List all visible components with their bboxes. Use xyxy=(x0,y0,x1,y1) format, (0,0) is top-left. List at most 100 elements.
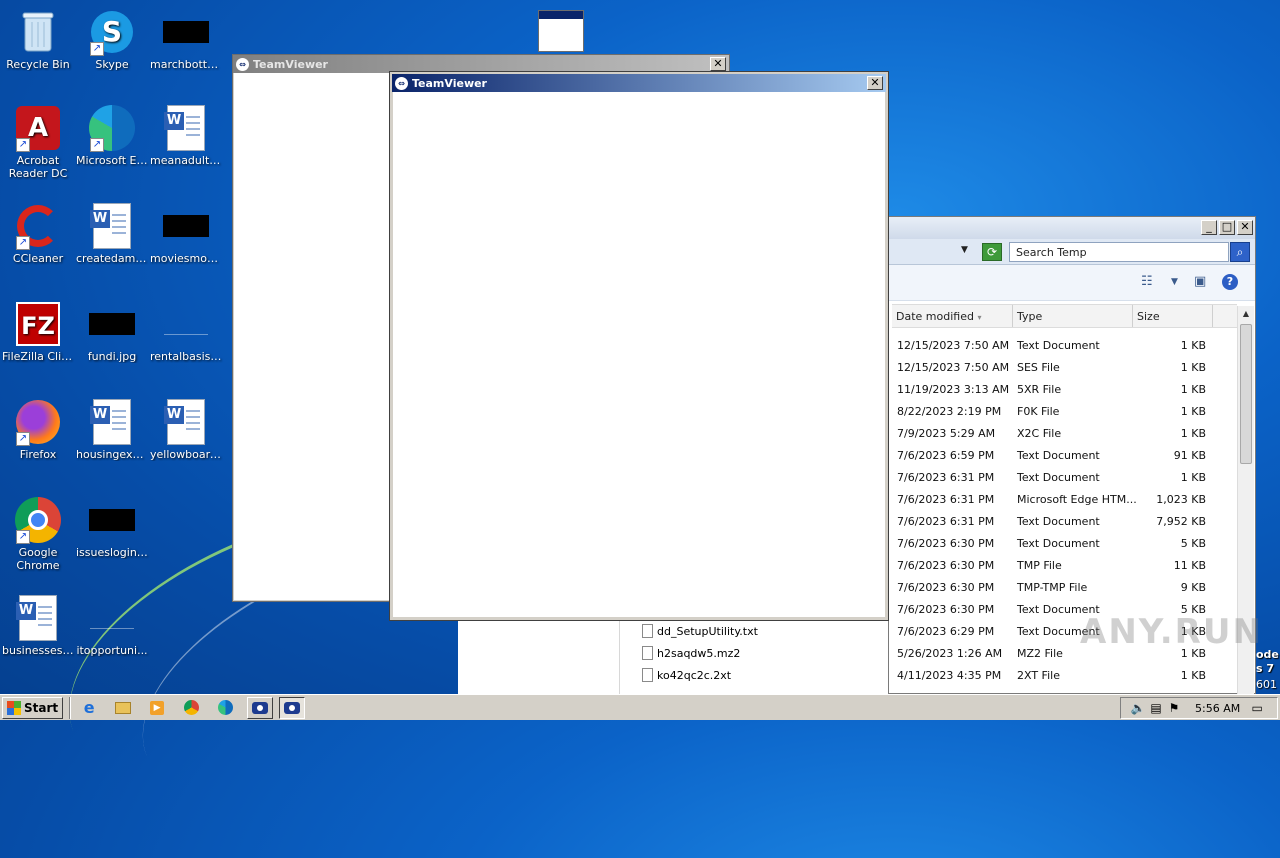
table-row[interactable]: 11/19/2023 3:13 AM 5XR File 1 KB xyxy=(892,378,1237,400)
cell-type: 2XT File xyxy=(1017,669,1060,682)
internet-explorer-icon[interactable]: e xyxy=(77,697,101,719)
table-row[interactable]: 7/6/2023 6:30 PM Text Document 5 KB xyxy=(892,598,1237,620)
table-row[interactable]: 4/11/2023 4:35 PM 2XT File 1 KB xyxy=(892,664,1237,686)
minimize-button[interactable]: _ xyxy=(1201,220,1217,235)
thumbnail-titlebar xyxy=(539,11,583,19)
word-document-icon: W xyxy=(88,398,136,446)
explorer-toolbar: ☷ ▼ ▣ ? xyxy=(889,265,1255,301)
cell-size: 11 KB xyxy=(1173,559,1206,572)
network-icon[interactable]: ▤ xyxy=(1147,701,1165,715)
search-input[interactable]: Search Temp xyxy=(1009,242,1229,262)
table-row[interactable]: 5/26/2023 1:26 AM MZ2 File 1 KB xyxy=(892,642,1237,664)
table-row[interactable]: 12/15/2023 7:50 AM Text Document 1 KB xyxy=(892,334,1237,356)
desktop-icon-moviesmont[interactable]: moviesmont... xyxy=(148,202,224,265)
cell-date: 7/6/2023 6:59 PM xyxy=(897,449,995,462)
image-thumbnail-icon xyxy=(88,300,136,348)
address-dropdown-icon[interactable]: ▼ xyxy=(961,245,968,255)
explorer-titlebar[interactable]: _ □ ✕ xyxy=(889,217,1255,239)
scrollbar-thumb[interactable] xyxy=(1240,324,1252,464)
volume-icon[interactable]: 🔈 xyxy=(1129,701,1147,715)
cell-date: 12/15/2023 7:50 AM xyxy=(897,361,1010,374)
search-icon[interactable]: ⌕ xyxy=(1230,242,1250,262)
table-row[interactable]: 8/22/2023 2:19 PM F0K File 1 KB xyxy=(892,400,1237,422)
cell-type: Text Document xyxy=(1017,625,1100,638)
file-name[interactable]: dd_SetupUtility.txt xyxy=(657,625,758,638)
show-desktop-icon[interactable]: ▭ xyxy=(1248,701,1266,715)
help-icon[interactable]: ? xyxy=(1222,274,1238,290)
cell-date: 12/15/2023 7:50 AM xyxy=(897,339,1010,352)
file-explorer-icon[interactable] xyxy=(111,697,135,719)
taskbar-teamviewer-button-active[interactable] xyxy=(279,696,306,719)
preview-pane-icon[interactable]: ▣ xyxy=(1194,274,1206,292)
file-thumbnail-icon xyxy=(162,300,210,348)
teamviewer-window-front[interactable]: ⇔ TeamViewer ✕ xyxy=(389,71,889,621)
start-button[interactable]: Start xyxy=(2,696,64,719)
table-row[interactable]: 7/6/2023 6:30 PM Text Document 5 KB xyxy=(892,532,1237,554)
desktop-icon-skype[interactable]: S ↗ Skype xyxy=(74,8,150,71)
acrobat-icon: A ↗ xyxy=(14,104,62,152)
window-titlebar[interactable]: ⇔ TeamViewer ✕ xyxy=(233,55,729,73)
desktop-icon-createdam[interactable]: W createdam.rtf xyxy=(74,202,150,265)
cell-size: 9 KB xyxy=(1180,581,1206,594)
cell-date: 7/6/2023 6:31 PM xyxy=(897,471,995,484)
cell-type: MZ2 File xyxy=(1017,647,1063,660)
close-button[interactable]: ✕ xyxy=(867,76,883,90)
table-row[interactable]: 7/6/2023 6:30 PM TMP File 11 KB xyxy=(892,554,1237,576)
desktop-icon-yellowboard[interactable]: W yellowboard... xyxy=(148,398,224,461)
table-row[interactable]: 7/6/2023 6:59 PM Text Document 91 KB xyxy=(892,444,1237,466)
edge-icon[interactable] xyxy=(213,697,237,719)
cell-date: 7/6/2023 6:30 PM xyxy=(897,603,995,616)
desktop-icon-acrobat[interactable]: A ↗ Acrobat Reader DC xyxy=(0,104,76,180)
table-row[interactable]: 12/15/2023 7:50 AM SES File 1 KB xyxy=(892,356,1237,378)
media-player-icon[interactable]: ▶ xyxy=(145,697,169,719)
cell-type: 5XR File xyxy=(1017,383,1062,396)
table-row[interactable]: 7/6/2023 6:31 PM Microsoft Edge HTM... 1,0… xyxy=(892,488,1237,510)
desktop-icon-firefox[interactable]: ↗ Firefox xyxy=(0,398,76,461)
taskbar-teamviewer-button[interactable] xyxy=(247,696,274,719)
view-options-icon[interactable]: ☷ xyxy=(1141,274,1153,292)
cell-date: 4/11/2023 4:35 PM xyxy=(897,669,1002,682)
taskbar-separator xyxy=(69,696,72,719)
desktop-icon-label: Acrobat Reader DC xyxy=(8,154,68,180)
close-button[interactable]: ✕ xyxy=(710,57,726,71)
refresh-button[interactable]: ⟳ xyxy=(982,243,1002,261)
cell-date: 7/6/2023 6:30 PM xyxy=(897,559,995,572)
vertical-scrollbar[interactable]: ▲ xyxy=(1237,306,1254,694)
column-date-modified[interactable]: Date modified ▾ xyxy=(892,305,1013,327)
table-row[interactable]: 7/6/2023 6:31 PM Text Document 1 KB xyxy=(892,466,1237,488)
desktop-icon-label: businessesr... xyxy=(2,644,76,657)
image-thumbnail-icon xyxy=(162,8,210,56)
desktop-icon-housingexp[interactable]: W housingexp... xyxy=(74,398,150,461)
window-titlebar[interactable]: ⇔ TeamViewer ✕ xyxy=(392,74,886,92)
chevron-down-icon[interactable]: ▼ xyxy=(1171,277,1178,295)
table-row[interactable]: 7/6/2023 6:31 PM Text Document 7,952 KB xyxy=(892,510,1237,532)
column-size[interactable]: Size xyxy=(1133,305,1213,327)
desktop-icon-rentalbasis[interactable]: rentalbasis.... xyxy=(148,300,224,363)
file-name[interactable]: ko42qc2c.2xt xyxy=(657,669,731,682)
chrome-icon[interactable] xyxy=(179,697,203,719)
desktop-icon-meanadult[interactable]: W meanadult.rtf xyxy=(148,104,224,167)
small-window-thumbnail[interactable] xyxy=(538,10,584,52)
cell-size: 1 KB xyxy=(1180,383,1206,396)
desktop-icon-businessesr[interactable]: W businessesr... xyxy=(0,594,76,657)
close-button[interactable]: ✕ xyxy=(1237,220,1253,235)
cell-date: 7/6/2023 6:31 PM xyxy=(897,515,995,528)
file-name[interactable]: h2saqdw5.mz2 xyxy=(657,647,740,660)
table-row[interactable]: 7/9/2023 5:29 AM X2C File 1 KB xyxy=(892,422,1237,444)
scroll-up-icon[interactable]: ▲ xyxy=(1238,306,1254,322)
table-row[interactable]: 7/6/2023 6:29 PM Text Document 1 KB xyxy=(892,620,1237,642)
table-row[interactable]: 7/6/2023 6:30 PM TMP-TMP File 9 KB xyxy=(892,576,1237,598)
maximize-button[interactable]: □ xyxy=(1219,220,1235,235)
action-center-flag-icon[interactable]: ⚑ xyxy=(1165,701,1183,715)
clock[interactable]: 5:56 AM xyxy=(1195,702,1240,715)
column-type[interactable]: Type xyxy=(1013,305,1133,327)
desktop-icon-edge[interactable]: ↗ Microsoft Edge xyxy=(74,104,150,167)
desktop-icon-marchbotto[interactable]: marchbotto... xyxy=(148,8,224,71)
desktop-icon-itopportuni[interactable]: itopportuni... xyxy=(74,594,150,657)
desktop-icon-issueslogin[interactable]: issueslogin.jpg xyxy=(74,496,150,559)
desktop-icon-recycle-bin[interactable]: Recycle Bin xyxy=(0,8,76,71)
desktop-icon-chrome[interactable]: ↗ Google Chrome xyxy=(0,496,76,572)
desktop-icon-filezilla[interactable]: FZ FileZilla Client xyxy=(0,300,76,363)
desktop-icon-fundi[interactable]: fundi.jpg xyxy=(74,300,150,363)
desktop-icon-ccleaner[interactable]: ↗ CCleaner xyxy=(0,202,76,265)
